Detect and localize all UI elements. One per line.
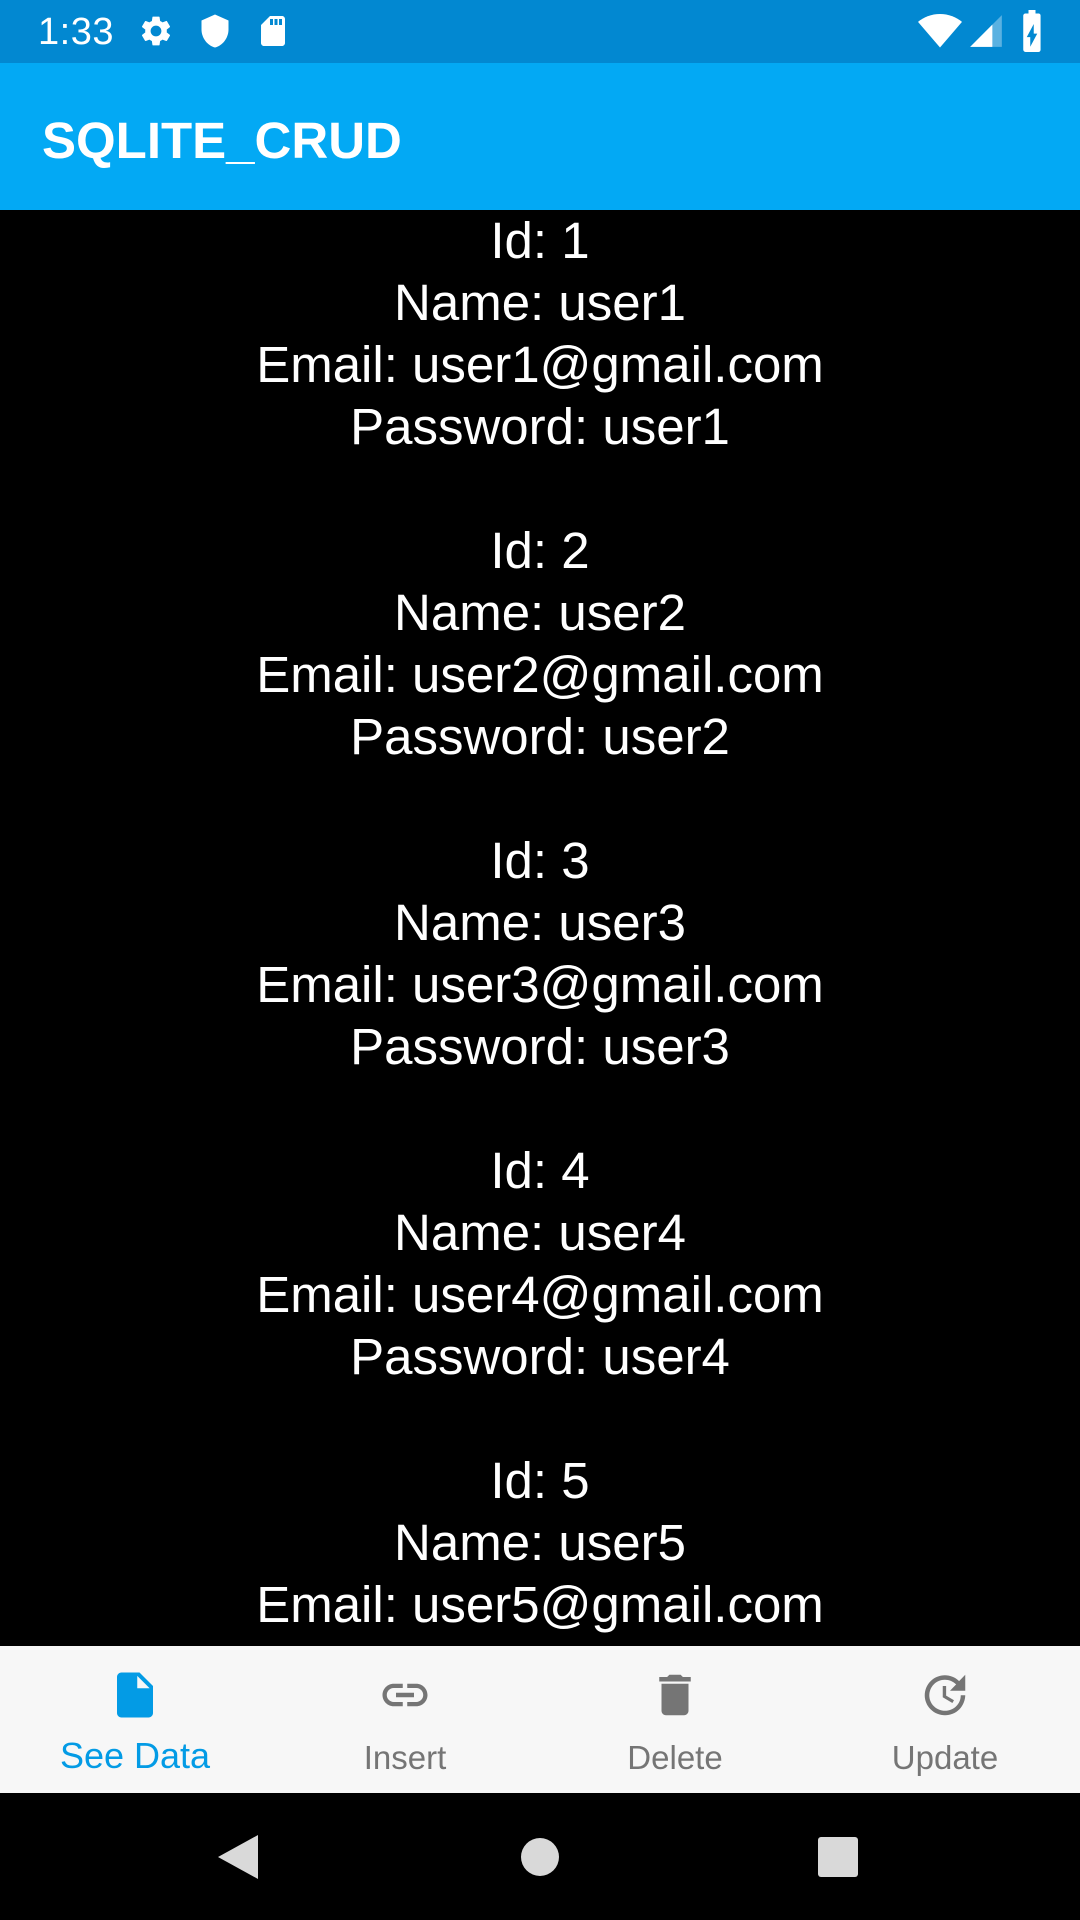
record-id: Id: 2: [490, 522, 590, 579]
nav-see-data[interactable]: See Data: [0, 1646, 270, 1793]
shield-icon: [197, 13, 233, 54]
record-item: Id: 5 Name: user5 Email: user5@gmail.com…: [0, 1450, 1080, 1646]
nav-update[interactable]: Update: [810, 1646, 1080, 1793]
file-icon: [108, 1668, 162, 1722]
record-item: Id: 1 Name: user1 Email: user1@gmail.com…: [0, 210, 1080, 520]
record-password: Password: user1: [350, 398, 730, 455]
app-title: SQLITE_CRUD: [42, 112, 402, 169]
record-email: Email: user4@gmail.com: [256, 1266, 824, 1323]
nav-label: Delete: [627, 1739, 723, 1776]
battery-charging-icon: [1018, 10, 1046, 57]
nav-insert[interactable]: Insert: [270, 1646, 540, 1793]
record-password: Password: user4: [350, 1328, 730, 1385]
record-item: Id: 4 Name: user4 Email: user4@gmail.com…: [0, 1140, 1080, 1450]
status-bar: 1:33: [0, 0, 1080, 63]
record-id: Id: 3: [490, 832, 590, 889]
record-name: Name: user5: [394, 1514, 686, 1571]
records-list[interactable]: Id: 1 Name: user1 Email: user1@gmail.com…: [0, 210, 1080, 1646]
record-email: Email: user1@gmail.com: [256, 336, 824, 393]
record-id: Id: 5: [490, 1452, 590, 1509]
link-icon: [378, 1668, 432, 1722]
nav-label: Update: [891, 1739, 999, 1776]
system-navigation-bar: [0, 1793, 1080, 1920]
record-name: Name: user1: [394, 274, 686, 331]
status-time: 1:33: [38, 11, 114, 53]
trash-icon: [648, 1668, 702, 1722]
bottom-navigation: See Data Insert Delete Update: [0, 1646, 1080, 1793]
record-item: Id: 3 Name: user3 Email: user3@gmail.com…: [0, 830, 1080, 1140]
record-password: Password: user3: [350, 1018, 730, 1075]
nav-label: Insert: [363, 1739, 447, 1776]
record-item: Id: 2 Name: user2 Email: user2@gmail.com…: [0, 520, 1080, 830]
record-email: Email: user2@gmail.com: [256, 646, 824, 703]
nav-label: See Data: [59, 1735, 211, 1776]
record-id: Id: 4: [490, 1142, 590, 1199]
sd-card-icon: [255, 13, 291, 54]
record-name: Name: user3: [394, 894, 686, 951]
record-email: Email: user5@gmail.com: [256, 1576, 824, 1633]
update-clock-icon: [918, 1668, 972, 1722]
record-name: Name: user4: [394, 1204, 686, 1261]
signal-icon: [967, 12, 1005, 55]
record-name: Name: user2: [394, 584, 686, 641]
app-bar: SQLITE_CRUD: [0, 63, 1080, 210]
record-email: Email: user3@gmail.com: [256, 956, 824, 1013]
wifi-icon: [918, 12, 962, 55]
record-password: Password: user5: [0, 1636, 1080, 1646]
home-icon[interactable]: [519, 1836, 561, 1883]
gear-icon: [138, 13, 174, 54]
record-password: Password: user2: [350, 708, 730, 765]
recents-icon[interactable]: [818, 1837, 858, 1882]
nav-delete[interactable]: Delete: [540, 1646, 810, 1793]
back-icon[interactable]: [216, 1833, 260, 1886]
record-id: Id: 1: [490, 212, 590, 269]
